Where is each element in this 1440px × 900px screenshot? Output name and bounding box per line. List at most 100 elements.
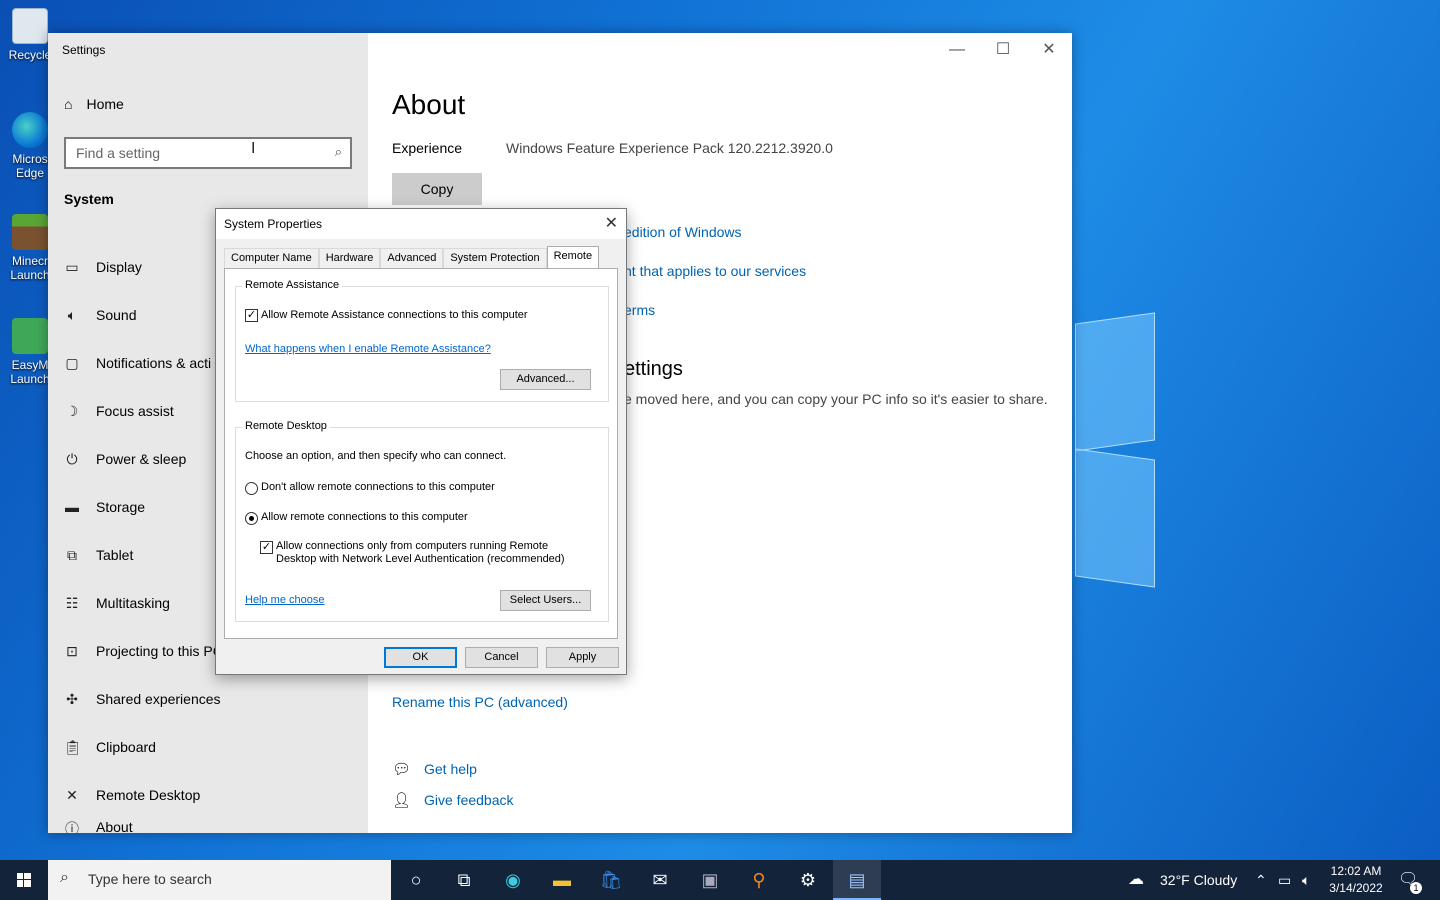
taskbar: ⌕ Type here to search ○ ⧉ ◉ ▬ 🛍︎ ✉ ▣ ⚲ ⚙… [0, 860, 1440, 900]
date: 3/14/2022 [1329, 881, 1383, 895]
get-help-icon: 💬︎ [392, 761, 412, 778]
maximize-button[interactable]: ☐ [980, 37, 1026, 63]
notification-count-badge: 1 [1410, 882, 1422, 894]
nav-label: Remote Desktop [96, 787, 201, 803]
magnifier-app-icon[interactable]: ⚲ [735, 860, 783, 900]
rename-pc-link[interactable]: Rename this PC (advanced) [392, 694, 568, 710]
power-icon: ⏻ [66, 450, 78, 467]
ok-button[interactable]: OK [384, 647, 457, 668]
services-link[interactable]: nt that applies to our services [624, 263, 806, 279]
cortana-icon[interactable]: ○ [392, 860, 440, 900]
dialog-tabs: Computer Name Hardware Advanced System P… [224, 246, 600, 268]
remote-desktop-instruction: Choose an option, and then specify who c… [245, 450, 507, 462]
feedback-icon: 👤︎ [392, 792, 412, 809]
deny-remote-label[interactable]: Don't allow remote connections to this c… [261, 481, 495, 493]
edition-link[interactable]: edition of Windows [624, 224, 742, 240]
copy-button[interactable]: Copy [392, 173, 482, 205]
moon-icon: ☽ [65, 402, 79, 419]
text-cursor-icon: I [251, 140, 256, 157]
file-explorer-icon[interactable]: ▬ [538, 860, 586, 900]
nla-label-line2[interactable]: Desktop with Network Level Authenticatio… [276, 553, 565, 565]
tablet-icon: ⧉ [67, 546, 77, 563]
projector-icon: ⊡ [66, 642, 78, 659]
mail-icon[interactable]: ✉ [636, 860, 684, 900]
gift-icon [12, 318, 48, 354]
settings-search-input[interactable]: Find a setting ⌕ [64, 137, 352, 169]
search-icon: ⌕ [60, 869, 69, 886]
tab-computer-name[interactable]: Computer Name [224, 248, 319, 268]
show-hidden-icons-chevron-icon[interactable]: ⌃ [1255, 860, 1267, 900]
tab-advanced[interactable]: Advanced [380, 248, 444, 268]
group-legend: Remote Desktop [242, 420, 330, 432]
tab-remote[interactable]: Remote [546, 246, 600, 268]
deny-remote-radio[interactable] [245, 482, 258, 495]
nav-item-about[interactable]: ⓘ About [64, 819, 364, 833]
start-button[interactable] [0, 860, 48, 900]
nav-label: Focus assist [96, 403, 174, 419]
task-view-icon[interactable]: ⧉ [440, 860, 488, 900]
dialog-close-button[interactable]: ✕ [605, 213, 618, 233]
speaker-icon: 🔈︎ [67, 306, 77, 323]
search-icon: ⌕ [334, 144, 342, 159]
taskbar-search-box[interactable]: ⌕ Type here to search [48, 860, 391, 900]
volume-icon[interactable]: 🔈︎ [1302, 860, 1310, 900]
group-legend: Remote Assistance [242, 279, 343, 291]
remote-assistance-help-link[interactable]: What happens when I enable Remote Assist… [245, 343, 491, 355]
nla-label-line1[interactable]: Allow connections only from computers ru… [276, 540, 548, 552]
nav-item-remote-desktop[interactable]: ✕ Remote Desktop [64, 771, 364, 819]
nav-label: Power & sleep [96, 451, 187, 467]
time: 12:02 AM [1330, 864, 1382, 878]
nav-label: Display [96, 259, 142, 275]
advanced-button[interactable]: Advanced... [500, 369, 591, 390]
help-me-choose-link[interactable]: Help me choose [245, 594, 325, 606]
remote-desktop-icon: ✕ [66, 786, 78, 803]
settings-taskbar-icon[interactable]: ⚙ [784, 860, 832, 900]
section-title: System [64, 191, 114, 207]
remote-tab-panel: Remote Assistance ✓ Allow Remote Assista… [224, 268, 618, 639]
apply-button[interactable]: Apply [546, 647, 619, 668]
store-icon[interactable]: 🛍︎ [587, 860, 635, 900]
clipboard-icon: 📋︎ [64, 738, 82, 755]
app-icon[interactable]: ▣ [686, 860, 734, 900]
minimize-button[interactable]: — [934, 37, 980, 63]
home-label: Home [86, 96, 124, 112]
edge-taskbar-icon[interactable]: ◉ [489, 860, 537, 900]
network-icon[interactable]: ▭ [1278, 860, 1291, 900]
get-help-link[interactable]: Get help [424, 761, 477, 777]
nav-label: About [96, 819, 133, 833]
terms-link[interactable]: erms [624, 302, 655, 318]
dialog-title: System Properties [224, 217, 323, 231]
select-users-button[interactable]: Select Users... [500, 590, 591, 611]
allow-remote-assistance-checkbox[interactable]: ✓ [245, 309, 258, 322]
notification-icon: ▢ [65, 354, 79, 371]
share-icon: ✣ [66, 690, 78, 707]
taskbar-search-placeholder: Type here to search [88, 871, 212, 887]
experience-key: Experience [392, 140, 463, 156]
page-title: About [392, 89, 466, 120]
nav-item-clipboard[interactable]: 📋︎ Clipboard [64, 723, 364, 771]
cancel-button[interactable]: Cancel [465, 647, 538, 668]
allow-remote-assistance-label[interactable]: Allow Remote Assistance connections to t… [261, 309, 528, 321]
close-button[interactable]: ✕ [1026, 37, 1072, 63]
allow-remote-label[interactable]: Allow remote connections to this compute… [261, 511, 468, 523]
nav-label: Tablet [96, 547, 134, 563]
system-properties-taskbar-icon[interactable]: ▤ [833, 860, 881, 900]
window-title: Settings [62, 43, 106, 57]
nav-label: Sound [96, 307, 137, 323]
home-nav-item[interactable]: ⌂ Home [64, 96, 124, 112]
nav-label: Multitasking [96, 595, 170, 611]
give-feedback-link[interactable]: Give feedback [424, 792, 514, 808]
tab-hardware[interactable]: Hardware [318, 248, 381, 268]
remote-assistance-group: Remote Assistance ✓ Allow Remote Assista… [235, 279, 609, 402]
nla-checkbox[interactable]: ✓ [260, 541, 273, 554]
nav-label: Shared experiences [96, 691, 221, 707]
clock[interactable]: 12:02 AM 3/14/2022 [1324, 863, 1388, 897]
search-placeholder: Find a setting [76, 145, 161, 161]
action-center-icon[interactable]: 🗨︎ [1398, 860, 1418, 900]
recycle-bin-icon [12, 8, 48, 44]
tab-system-protection[interactable]: System Protection [443, 248, 547, 268]
multitasking-icon: ☷ [65, 594, 79, 611]
weather-text[interactable]: 32°F Cloudy [1160, 860, 1237, 900]
allow-remote-radio[interactable] [245, 512, 258, 525]
nav-item-shared-experiences[interactable]: ✣ Shared experiences [64, 675, 364, 723]
